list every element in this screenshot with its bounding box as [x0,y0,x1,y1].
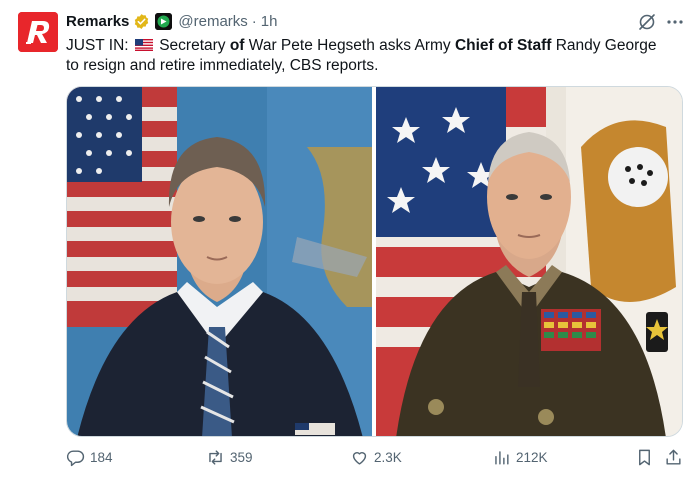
photo-right[interactable] [376,87,682,436]
media-grid [66,86,683,437]
like-button[interactable]: 2.3K [350,448,402,467]
author-handle[interactable]: @remarks [178,13,247,30]
reply-icon [66,450,85,467]
text-prefix: JUST IN: [66,37,133,54]
view-count: 212K [516,450,548,465]
text-bold-segment: Chief of Staff [454,37,552,54]
repost-count: 359 [230,450,253,465]
share-button[interactable] [664,448,683,467]
share-icon [666,449,681,465]
tweet[interactable]: Remarks @remarks · 1h JUST IN: Secretary… [0,0,697,480]
grok-icon[interactable] [637,12,657,32]
timestamp[interactable]: 1h [261,13,278,30]
bookmark-button[interactable] [635,448,654,467]
reply-button[interactable]: 184 [66,448,113,467]
reply-count: 184 [90,450,113,465]
tweet-text: JUST IN: Secretary of War Pete Hegseth a… [66,36,671,76]
affiliate-logo-icon[interactable] [155,12,173,30]
text-segment: Secretary [154,37,230,54]
verified-badge-icon[interactable] [133,13,150,30]
bookmark-icon [639,449,650,466]
us-flag-icon [134,39,153,51]
text-bold-segment: of [229,37,245,54]
photo-left[interactable] [67,87,372,436]
views-button[interactable]: 212K [492,448,548,467]
repost-icon [209,450,222,465]
action-bar: 184 359 2.3K 212K [66,448,686,470]
tweet-header: Remarks @remarks · 1h [66,10,277,32]
views-icon [495,451,509,465]
author-name[interactable]: Remarks [66,13,129,30]
text-segment: War Pete Hegseth asks Army [244,37,455,54]
separator: · [251,12,257,30]
like-icon [352,452,367,465]
avatar[interactable] [18,12,58,52]
repost-button[interactable]: 359 [206,448,253,467]
like-count: 2.3K [374,450,402,465]
more-icon[interactable] [665,12,685,32]
